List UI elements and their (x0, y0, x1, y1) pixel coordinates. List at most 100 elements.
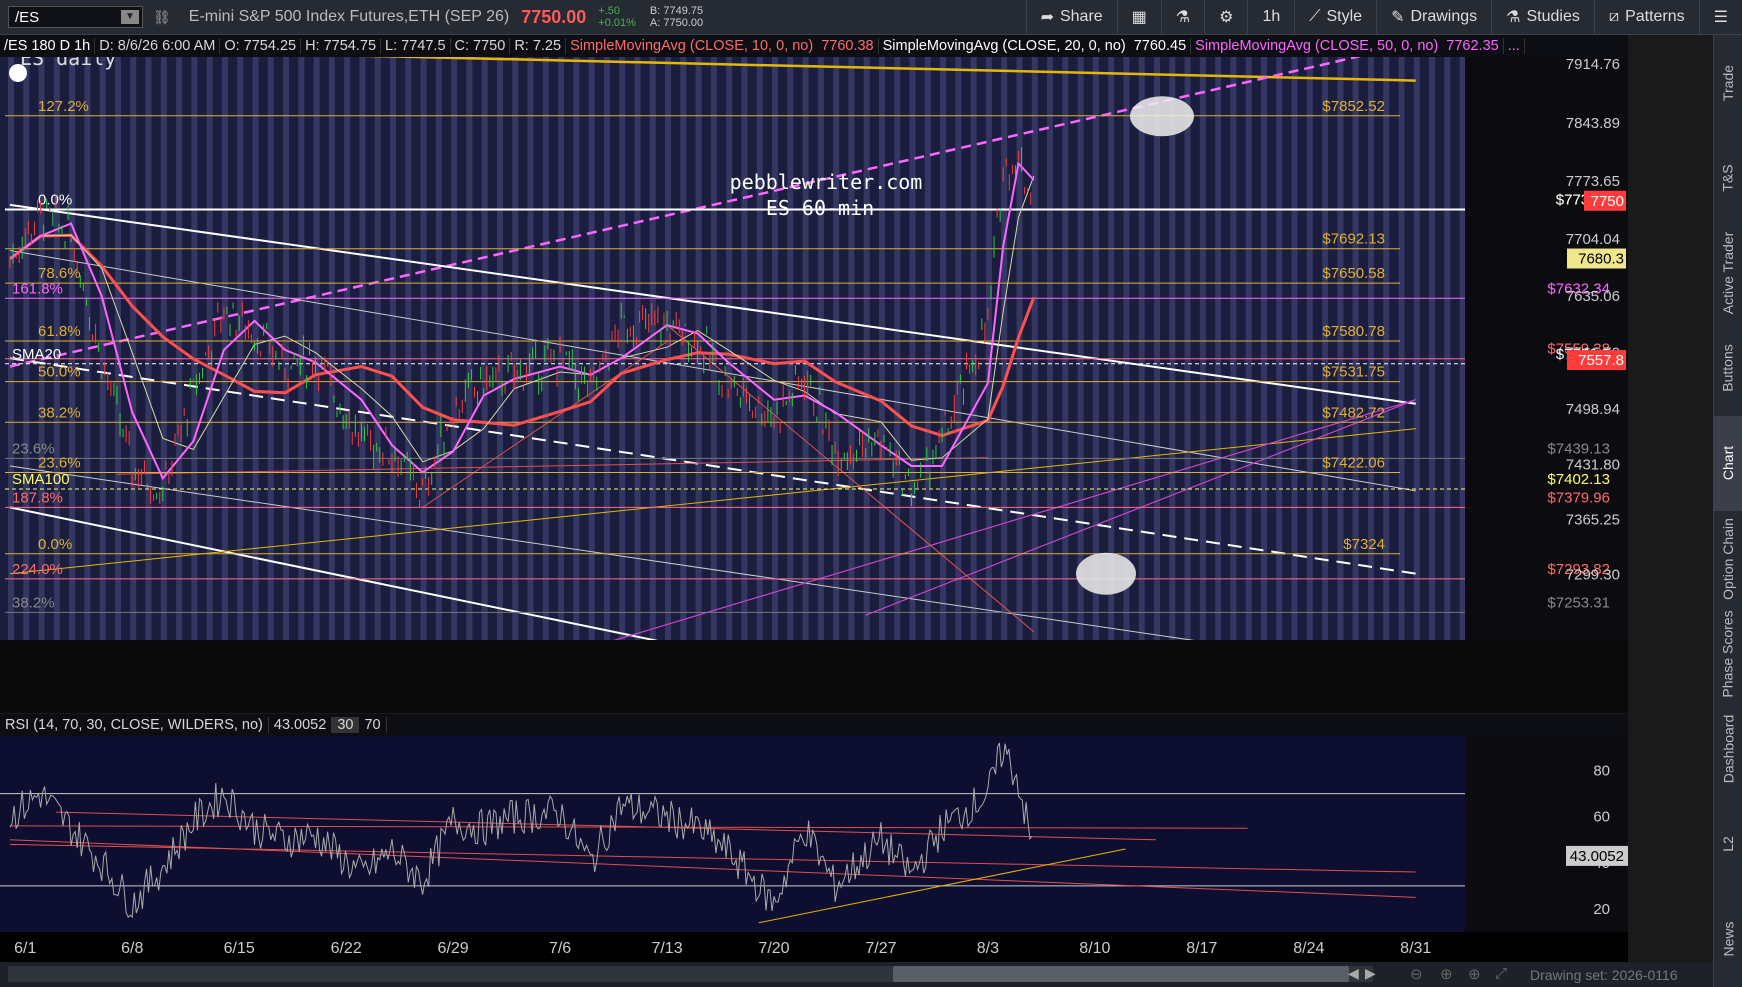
last-price: 7750.00 (521, 6, 587, 27)
y-tick-label: 7843.89 (1566, 115, 1620, 132)
session-stripe (817, 35, 824, 640)
session-stripe (496, 35, 503, 640)
share-button[interactable]: ➦ Share (1025, 0, 1117, 34)
session-stripe (359, 35, 366, 640)
session-stripe (328, 35, 335, 640)
y-tick-label: 7299.30 (1566, 566, 1620, 583)
more-studies[interactable]: ... (1504, 38, 1525, 54)
chart-gap (0, 640, 1628, 713)
side-tab-phase-scores[interactable]: Phase Scores (1714, 606, 1742, 701)
y-tick-label: 7704.04 (1566, 231, 1620, 248)
studies-button[interactable]: ⚗ Studies (1491, 0, 1594, 34)
settings-button[interactable]: ⚙ (1204, 0, 1247, 34)
x-tick-label: 6/1 (14, 940, 37, 957)
session-stripe (909, 35, 916, 640)
patterns-label: Patterns (1625, 8, 1685, 25)
zoom-out-icon[interactable]: ⊖ (1410, 965, 1423, 983)
y-tick-label: 7773.65 (1566, 173, 1620, 190)
timeframe-button[interactable]: 1h (1247, 0, 1294, 34)
chart-scrollbar[interactable]: ◀ ▶ ⊖ ⊕ ⊕ ⤢ Drawing set: 2026-0116 (0, 962, 1714, 987)
menu-button[interactable]: ☰ (1698, 0, 1742, 34)
session-stripe (894, 35, 901, 640)
x-tick-label: 8/24 (1293, 940, 1325, 957)
fib-left-label: 187.8% (12, 489, 63, 506)
flask-button[interactable]: ⚗ (1160, 0, 1204, 34)
grid-button[interactable]: ▦ (1116, 0, 1161, 34)
expand-icon[interactable]: ⤢ (1495, 965, 1507, 982)
fib-left-label: 0.0% (38, 536, 72, 553)
drawing-set-label[interactable]: Drawing set: 2026-0116 (1530, 967, 1678, 983)
fib-left-label: 38.2% (12, 594, 55, 611)
session-stripe (603, 35, 610, 640)
side-tab-chart[interactable]: Chart (1714, 415, 1742, 511)
scroll-thumb[interactable] (893, 966, 1349, 982)
change-percent: +0.01% (598, 17, 636, 29)
x-tick-label: 7/20 (758, 940, 790, 957)
zoom-in-icon[interactable]: ⊕ (1440, 965, 1453, 983)
fib-left-label: 38.2% (38, 404, 81, 421)
y-tick-label: 7498.94 (1566, 401, 1620, 418)
scroll-left-icon[interactable]: ◀ (1348, 965, 1359, 982)
fib-left-label: 61.8% (38, 323, 81, 340)
side-tab-label: News (1720, 921, 1737, 957)
x-tick-label: 7/27 (865, 940, 897, 957)
patterns-button[interactable]: ⧄ Patterns (1593, 0, 1699, 34)
session-stripe (145, 35, 152, 640)
side-tab-label: Chart (1720, 446, 1737, 481)
price-tag-label: 7557.8 (1578, 352, 1624, 369)
symbol-input[interactable]: /ES ▼ (8, 6, 143, 28)
style-button[interactable]: ⟋ Style (1294, 0, 1376, 34)
session-stripe (1306, 35, 1313, 640)
side-tab-trade[interactable]: Trade (1714, 35, 1742, 130)
side-tab-t-s[interactable]: T&S (1714, 130, 1742, 225)
price-level-label: $7482.72 (1322, 404, 1385, 421)
rsi-label[interactable]: RSI (14, 70, 30, CLOSE, WILDERS, no) (0, 717, 269, 733)
chevron-down-icon[interactable]: ▼ (121, 10, 139, 24)
side-tab-label: Dashboard (1720, 714, 1736, 784)
style-label: Style (1326, 8, 1363, 25)
rsi-chart[interactable]: 2040608043.0052 (0, 736, 1628, 932)
sma50-value: 7762.35 (1442, 38, 1504, 54)
session-stripe (787, 35, 794, 640)
period-label[interactable]: /ES 180 D 1h (0, 38, 96, 54)
drawings-label: Drawings (1410, 8, 1478, 25)
side-tab-option-chain[interactable]: Option Chain (1714, 511, 1742, 606)
fib-left-label: SMA100 (12, 471, 70, 488)
side-panel: Trade T&S Active Trader Buttons Chart Option … (1713, 35, 1742, 987)
drawings-button[interactable]: ✎ Drawings (1376, 0, 1491, 34)
price-level-label: $7402.13 (1547, 471, 1610, 488)
session-stripe (878, 35, 885, 640)
crosshair-icon[interactable]: ⊕ (1468, 965, 1481, 983)
session-stripe (1413, 35, 1420, 640)
price-level-label: $7253.31 (1547, 594, 1610, 611)
session-stripe (405, 35, 412, 640)
y-tick-label: 7635.06 (1566, 288, 1620, 305)
session-stripe (1398, 35, 1405, 640)
side-tab-active-trader[interactable]: Active Trader (1714, 225, 1742, 320)
session-stripe (710, 35, 717, 640)
side-tab-news[interactable]: News (1714, 892, 1742, 987)
side-tab-label: T&S (1719, 164, 1736, 192)
session-stripe (1215, 35, 1222, 640)
session-stripe (1092, 35, 1099, 640)
session-stripe (1459, 35, 1466, 640)
plot-area (0, 35, 1465, 640)
side-tab-l2[interactable]: L2 (1714, 797, 1742, 892)
target-ellipse-top (1130, 96, 1194, 137)
style-icon: ⟋ (1309, 8, 1321, 25)
bar-date: D: 8/6/26 6:00 AM (95, 38, 221, 54)
fib-left-label: 50.0% (38, 364, 81, 381)
session-stripe (176, 35, 183, 640)
x-tick-label: 8/17 (1186, 940, 1218, 957)
price-level-label: $7324 (1343, 536, 1385, 553)
side-tab-buttons[interactable]: Buttons (1714, 321, 1742, 416)
price-level-label: $7852.52 (1322, 98, 1385, 115)
session-stripe (191, 35, 198, 640)
price-chart[interactable]: $7852.52127.2%$7739.50.0% $7739.5$7692.13… (0, 35, 1628, 713)
scroll-right-icon[interactable]: ▶ (1365, 965, 1376, 982)
link-icon[interactable]: ⛓ (153, 9, 171, 26)
session-stripe (924, 35, 931, 640)
x-tick-label: 6/15 (223, 940, 255, 957)
side-tab-dashboard[interactable]: Dashboard (1714, 701, 1742, 796)
price-level-label: $7531.75 (1322, 364, 1385, 381)
